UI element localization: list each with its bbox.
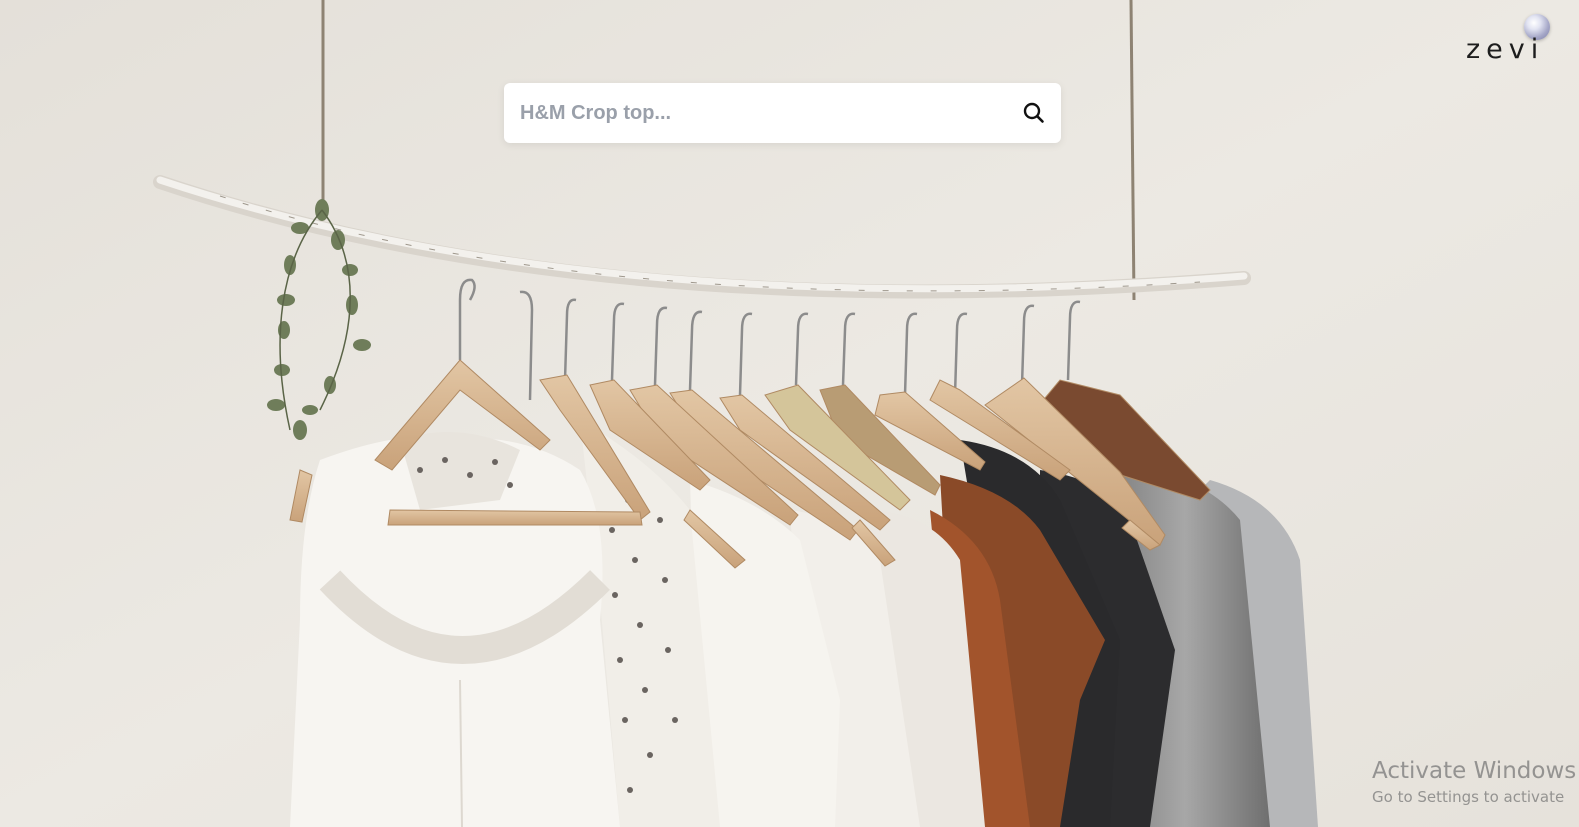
search-icon bbox=[1023, 102, 1044, 123]
logo-text: zevi bbox=[1466, 34, 1545, 65]
watermark-title: Activate Windows bbox=[1372, 758, 1577, 784]
search-button[interactable] bbox=[1021, 100, 1047, 126]
watermark-subtitle: Go to Settings to activate bbox=[1372, 788, 1565, 806]
zevi-logo[interactable]: zevi bbox=[1462, 14, 1562, 65]
search-bar bbox=[504, 83, 1061, 143]
windows-activation-watermark: Activate Windows Go to Settings to activ… bbox=[1372, 756, 1579, 808]
search-input[interactable] bbox=[504, 83, 1004, 143]
landing-page: zevi Activate Windows Go to Settings to … bbox=[0, 0, 1579, 827]
